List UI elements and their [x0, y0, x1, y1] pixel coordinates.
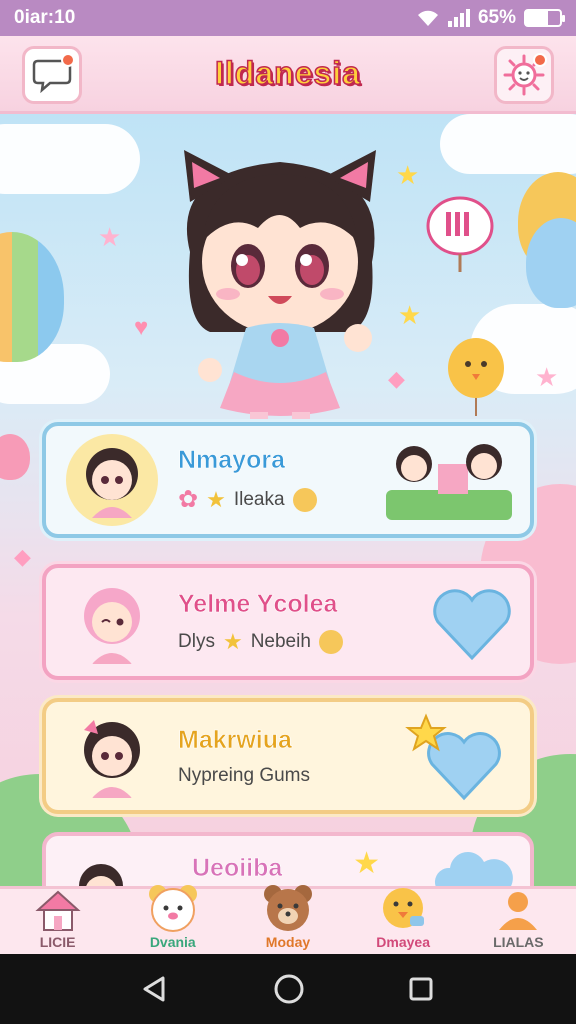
mascot-button[interactable] [494, 46, 554, 104]
balloon-sign-icon [426, 196, 494, 272]
nav-label: LICIE [39, 934, 76, 950]
nav-item-moday[interactable]: Moday [233, 885, 343, 950]
wifi-icon [417, 10, 438, 26]
system-nav-bar [0, 954, 576, 1024]
nav-label: LIALAS [493, 934, 544, 950]
app-header: Ildanesia [0, 36, 576, 114]
cloud-icon [434, 852, 513, 886]
cloud [0, 124, 140, 194]
person-icon [499, 892, 538, 930]
nav-icon-wrap [495, 888, 541, 932]
card-avatar [66, 576, 158, 668]
star-decor: ★ [535, 362, 559, 392]
recents-square-icon[interactable] [407, 975, 435, 1003]
home-circle-icon[interactable] [273, 973, 305, 1005]
card-subtitle: Nebeih [250, 630, 311, 652]
house-icon [34, 890, 81, 931]
status-bar: 0iar:10 65% [0, 0, 576, 36]
card-avatar [66, 434, 158, 526]
brown-bear-icon [263, 885, 312, 931]
card-subtitle: Ileaka [233, 488, 285, 510]
nav-label: Dmayea [376, 934, 430, 950]
nav-item-lialas[interactable]: LIALAS [463, 888, 573, 950]
card-avatar [66, 710, 158, 802]
game-card-2[interactable]: Yelme Ycolea Dlys ★ Nebeih [42, 564, 534, 680]
nav-icon-wrap [146, 885, 200, 932]
nav-label: Dvania [149, 934, 196, 950]
game-card-1[interactable]: Nmayora ✿ ★ Ileaka [42, 422, 534, 538]
sparkle-decor: ◆ [14, 544, 31, 569]
card-avatar [66, 854, 136, 886]
home-scene: ★ ★ ★ ★ ♥ ◆ ◆ Nmayora ✿ ★ Ileaka Yelme Y… [0, 114, 576, 886]
star-icon: ★ [206, 486, 226, 512]
battery-level [526, 11, 549, 25]
star-icon: ★ [222, 628, 243, 654]
bear-face-icon [148, 885, 197, 932]
nav-icon-wrap [261, 885, 315, 932]
notification-badge [61, 53, 75, 67]
nav-item-dvania[interactable]: Dvania [118, 885, 228, 950]
card-subtitle-left: Dlys [178, 630, 215, 652]
signal-icon [447, 9, 470, 27]
game-card-4[interactable]: Ueoiiba ★ [42, 832, 534, 886]
star-heart-icon [405, 713, 501, 801]
app-title: Ildanesia [214, 54, 361, 92]
balloon-pink [0, 434, 30, 480]
heart-decor: ♥ [134, 314, 149, 341]
status-indicators: 65% [416, 7, 565, 29]
bottom-nav: LICIE Dvania Moday Dmayea LIALAS [0, 885, 576, 954]
cloud [440, 114, 576, 174]
game-card-3[interactable]: Makrwiua Nypreing Gums [42, 698, 534, 814]
chick-balloon-icon [448, 338, 504, 416]
back-icon[interactable] [141, 974, 171, 1004]
nav-item-dmayea[interactable]: Dmayea [348, 888, 458, 950]
battery-icon [524, 9, 565, 27]
chat-button[interactable] [22, 46, 82, 104]
status-time: 0iar:10 [14, 7, 76, 28]
battery-percent: 65% [477, 7, 516, 28]
card-subtitle: Nypreing Gums [178, 764, 310, 786]
flower-icon: ✿ [178, 486, 199, 513]
balloon-rainbow [0, 232, 64, 362]
nav-label: Moday [265, 934, 311, 950]
nav-item-home[interactable]: LICIE [3, 888, 113, 950]
card-scene-art [386, 444, 512, 520]
mascot-badge [533, 53, 547, 67]
hero-character [184, 150, 376, 430]
star-icon: ★ [353, 847, 380, 880]
duck-icon [383, 888, 425, 928]
nav-icon-wrap [376, 888, 430, 932]
smiley-icon [318, 629, 343, 654]
nav-icon-wrap [34, 888, 82, 932]
smiley-icon [292, 487, 317, 512]
star-decor: ★ [98, 222, 122, 252]
heart-icon [433, 589, 511, 661]
